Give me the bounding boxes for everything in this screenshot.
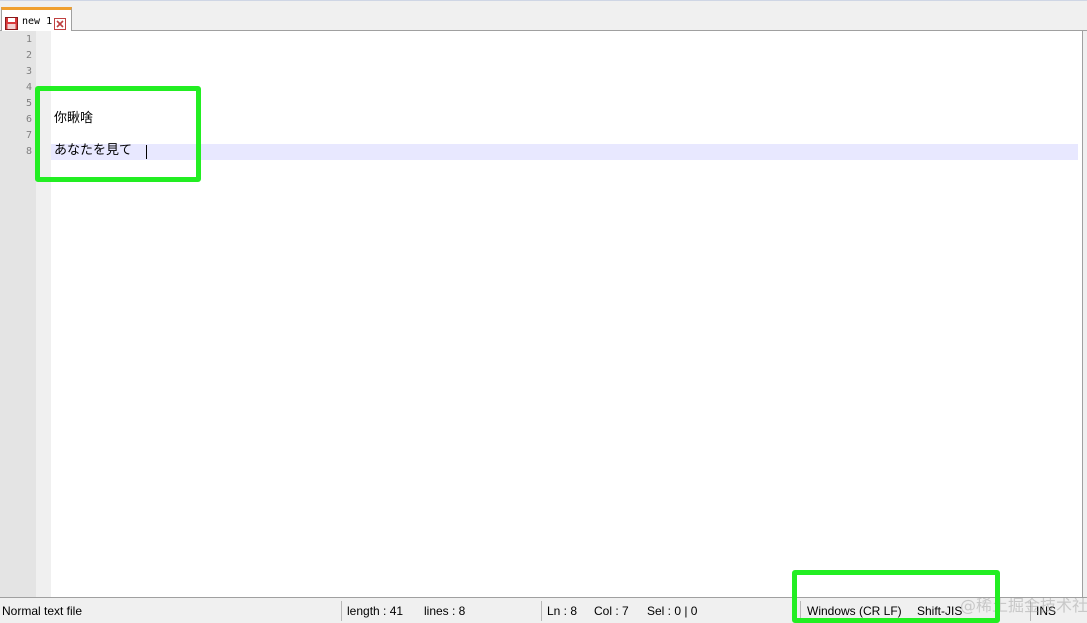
line-number: 3 (25, 66, 32, 77)
close-icon[interactable] (54, 15, 67, 30)
current-line-highlight (51, 144, 1078, 160)
tab-new-1[interactable]: new 1 (1, 7, 72, 32)
status-file-type: Normal text file (2, 604, 83, 618)
status-ln: Ln : 8 (547, 604, 578, 618)
fold-margin[interactable] (36, 31, 51, 597)
tab-label: new 1 (22, 15, 53, 27)
editor-area[interactable]: 1 2 3 4 5 6 7 8 你瞅啥 あなたを見て (0, 31, 1082, 597)
status-eol[interactable]: Windows (CR LF) (807, 598, 902, 623)
line-number: 5 (25, 98, 32, 109)
text-line: あなたを見て (54, 143, 133, 158)
save-disk-icon (5, 15, 18, 30)
status-lines: lines : 8 (424, 604, 466, 618)
line-number: 4 (25, 82, 32, 93)
tab-bar: new 1 (0, 0, 1087, 32)
status-sel: Sel : 0 | 0 (647, 604, 698, 618)
text-line: 你瞅啥 (54, 111, 94, 126)
line-number: 8 (25, 146, 32, 157)
status-separator (341, 601, 342, 621)
line-number: 1 (25, 34, 32, 45)
status-separator (541, 601, 542, 621)
status-encoding[interactable]: Shift-JIS (917, 598, 962, 623)
status-length: length : 41 (347, 604, 404, 618)
status-bar: Normal text file length : 41 lines : 8 L… (0, 597, 1087, 623)
status-col: Col : 7 (594, 604, 629, 618)
line-number: 6 (25, 114, 32, 125)
vertical-scrollbar[interactable] (1082, 31, 1087, 597)
text-caret (146, 145, 147, 159)
line-number: 7 (25, 130, 32, 141)
line-number: 2 (25, 50, 32, 61)
status-insert-mode[interactable]: INS (1036, 598, 1056, 623)
status-separator (1030, 601, 1031, 621)
status-separator (800, 601, 801, 621)
